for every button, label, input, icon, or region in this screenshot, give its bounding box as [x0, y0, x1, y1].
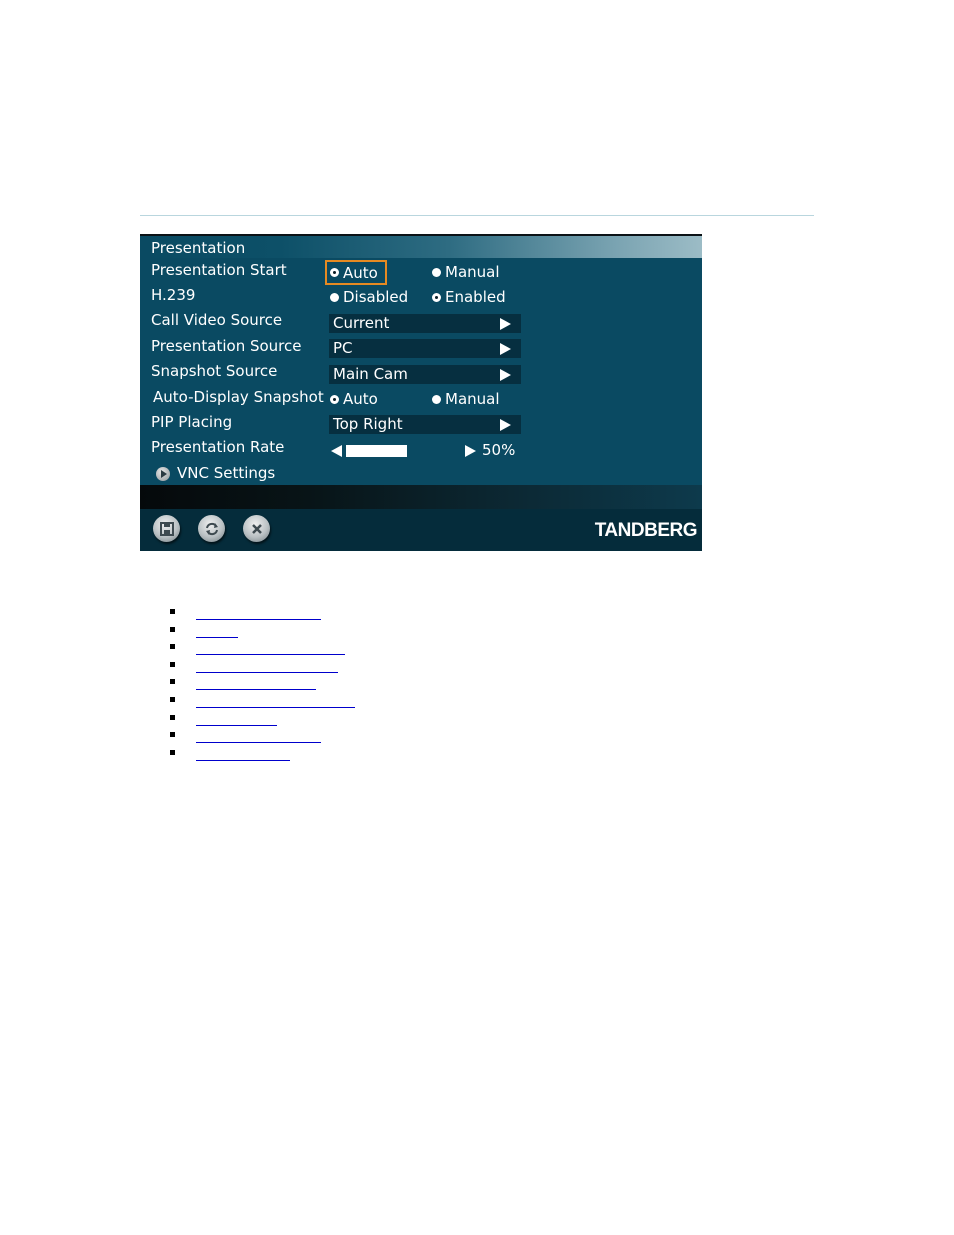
play-circle-icon[interactable]: [156, 467, 170, 481]
auto-display-snapshot-label: Auto-Display Snapshot: [153, 388, 324, 406]
radio-unselected-icon: [432, 394, 441, 404]
auto-display-snapshot-manual-radio[interactable]: Manual: [432, 390, 500, 408]
horizontal-divider: [140, 215, 814, 216]
presentation-source-select[interactable]: PC: [329, 339, 521, 358]
presentation-start-manual-radio[interactable]: Manual: [432, 263, 500, 281]
radio-label: Auto: [343, 390, 378, 408]
bullet-icon: [170, 696, 175, 702]
bullet-icon: [170, 661, 175, 667]
presentation-rate-label: Presentation Rate: [151, 438, 285, 456]
radio-selected-icon: [330, 394, 339, 404]
link[interactable]: [196, 605, 321, 620]
presentation-source-label: Presentation Source: [151, 337, 302, 355]
close-button[interactable]: [243, 515, 270, 542]
arrow-right-icon: [500, 419, 511, 431]
pip-placing-label: PIP Placing: [151, 413, 233, 431]
save-button[interactable]: [153, 515, 180, 542]
radio-selected-icon: [432, 292, 441, 302]
pip-placing-select[interactable]: Top Right: [329, 415, 521, 434]
panel-footer: TANDBERG: [140, 509, 702, 551]
link[interactable]: [196, 658, 338, 673]
link[interactable]: [196, 675, 316, 691]
slider-decrease-arrow-icon[interactable]: [331, 445, 342, 457]
h239-disabled-radio[interactable]: Disabled: [330, 288, 408, 306]
h239-label: H.239: [151, 286, 196, 304]
status-strip: [140, 485, 702, 509]
bullet-icon: [170, 749, 175, 755]
arrow-right-icon: [500, 343, 511, 355]
snapshot-source-select[interactable]: Main Cam: [329, 365, 521, 384]
bullet-icon: [170, 626, 175, 632]
radio-selected-icon: [330, 268, 339, 277]
link[interactable]: [196, 728, 321, 744]
radio-label: Manual: [445, 390, 500, 408]
presentation-rate-slider-bar[interactable]: [346, 445, 407, 457]
vnc-settings-link[interactable]: VNC Settings: [177, 464, 275, 482]
link[interactable]: [196, 746, 290, 761]
snapshot-source-label: Snapshot Source: [151, 362, 278, 380]
select-value: Top Right: [333, 415, 403, 433]
radio-unselected-icon: [432, 267, 441, 277]
radio-unselected-icon: [330, 292, 339, 302]
presentation-settings-panel: Presentation Presentation Start Auto Man…: [140, 234, 702, 551]
radio-label: Enabled: [445, 288, 506, 306]
refresh-icon: [205, 522, 218, 535]
bullet-icon: [170, 732, 175, 738]
link[interactable]: [196, 693, 355, 708]
presentation-start-label: Presentation Start: [151, 261, 287, 279]
presentation-rate-value: 50%: [482, 441, 516, 459]
auto-display-snapshot-auto-radio[interactable]: Auto: [330, 390, 378, 408]
arrow-right-icon: [500, 369, 511, 381]
h239-enabled-radio[interactable]: Enabled: [432, 288, 506, 306]
tandberg-logo: TANDBERG: [594, 520, 698, 541]
bullet-icon: [170, 644, 175, 650]
link[interactable]: [196, 711, 277, 726]
slider-increase-arrow-icon[interactable]: [465, 445, 476, 457]
floppy-disk-icon: [159, 521, 174, 536]
radio-label: Auto: [343, 263, 378, 282]
bullet-icon: [170, 714, 175, 720]
select-value: PC: [333, 339, 353, 357]
arrow-right-icon: [500, 318, 511, 330]
title-bar: Presentation: [140, 236, 702, 258]
radio-label: Disabled: [343, 288, 409, 306]
panel-title: Presentation: [151, 239, 246, 257]
presentation-start-auto-radio[interactable]: Auto: [325, 260, 387, 285]
select-value: Main Cam: [333, 365, 408, 383]
close-x-icon: [251, 523, 262, 534]
select-value: Current: [333, 314, 390, 332]
call-video-source-label: Call Video Source: [151, 311, 283, 329]
call-video-source-select[interactable]: Current: [329, 314, 521, 333]
radio-label: Manual: [445, 263, 500, 281]
bullet-icon: [170, 679, 175, 685]
link[interactable]: [196, 623, 238, 638]
refresh-button[interactable]: [198, 515, 225, 542]
link[interactable]: [196, 640, 345, 656]
bullet-icon: [170, 609, 175, 614]
